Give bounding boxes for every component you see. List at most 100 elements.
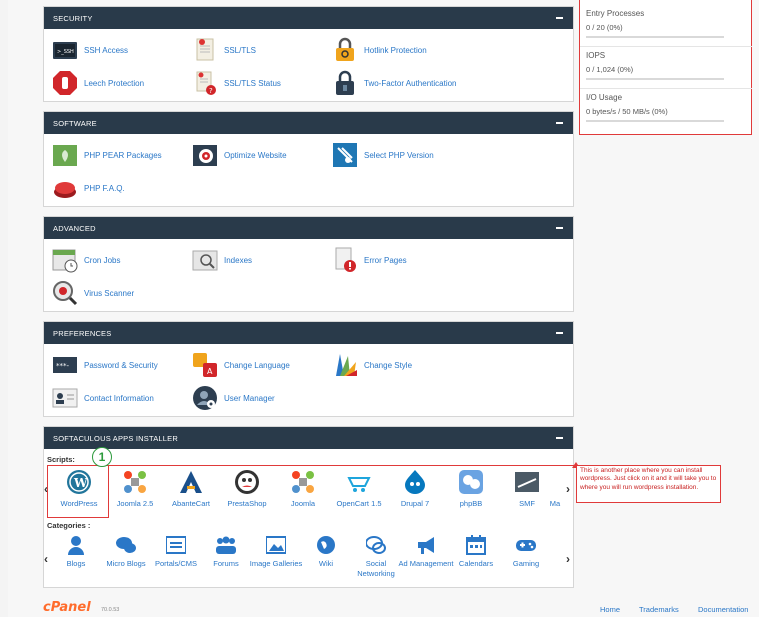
software-header[interactable]: SOFTWARE: [44, 112, 573, 134]
stat-progress-bar: [586, 120, 724, 122]
version-text: 70.0.53: [101, 607, 120, 613]
stop-hand-icon: [52, 70, 78, 96]
drupal-icon: [402, 469, 428, 495]
advanced-panel: ADVANCED Cron Jobs Indexes Error Pages V…: [43, 216, 574, 312]
certificate-icon: [192, 37, 218, 63]
calendar-clock-icon: [52, 247, 78, 273]
calendar-icon: [466, 535, 486, 555]
stat-title: I/O Usage: [586, 93, 623, 102]
annotation-callout: This is another place where you can inst…: [576, 465, 721, 503]
security-header[interactable]: SECURITY: [44, 7, 573, 29]
user-manager-link[interactable]: User Manager: [192, 383, 275, 413]
item-label: SSH Access: [84, 45, 129, 55]
two-factor-auth-link[interactable]: Two-Factor Authentication: [332, 68, 457, 98]
item-label: Contact Information: [84, 393, 154, 403]
megaphone-icon: [416, 535, 436, 555]
item-label: Change Style: [364, 360, 413, 370]
section-title: SOFTACULOUS APPS INSTALLER: [53, 433, 178, 443]
joomla-icon: [122, 469, 148, 495]
item-label: Select PHP Version: [364, 150, 434, 160]
item-label: Leech Protection: [84, 78, 145, 88]
collapse-icon[interactable]: [556, 437, 563, 439]
software-panel: SOFTWARE PHP PEAR Packages Optimize Webs…: [43, 111, 574, 207]
item-label: Cron Jobs: [84, 255, 121, 265]
category-label: Gaming: [512, 559, 540, 568]
step-badge: 1: [92, 447, 112, 467]
indexes-link[interactable]: Indexes: [192, 245, 252, 275]
app-icon: [542, 469, 568, 495]
stat-title: Entry Processes: [586, 9, 645, 18]
gamepad-icon: [516, 535, 536, 555]
collapse-icon[interactable]: [556, 17, 563, 19]
app-prestashop[interactable]: PrestaShop: [219, 469, 275, 508]
opencart-icon: [346, 469, 372, 495]
collapse-icon[interactable]: [556, 122, 563, 124]
item-label: Error Pages: [364, 255, 407, 265]
password-security-link[interactable]: ***- Password & Security: [52, 350, 158, 380]
collapse-icon[interactable]: [556, 227, 563, 229]
wordpress-highlight-box: [47, 465, 109, 518]
app-label: Joomla: [290, 499, 316, 508]
app-abantecart[interactable]: AbanteCart: [163, 469, 219, 508]
palette-icon: [332, 352, 358, 378]
category-gaming[interactable]: Gaming: [496, 535, 556, 569]
app-phpbb[interactable]: phpBB: [443, 469, 499, 508]
item-label: Indexes: [224, 255, 253, 265]
footer-link-trademarks[interactable]: Trademarks: [639, 605, 679, 614]
collapse-icon[interactable]: [556, 332, 563, 334]
error-pages-link[interactable]: Error Pages: [332, 245, 407, 275]
padlock-icon: [332, 70, 358, 96]
svg-text:***-: ***-: [56, 362, 70, 370]
chevron-right-icon[interactable]: ›: [566, 482, 570, 496]
item-label: Optimize Website: [224, 150, 287, 160]
item-label: User Manager: [224, 393, 275, 403]
image-icon: [265, 535, 287, 555]
item-label: Change Language: [224, 360, 290, 370]
stat-value: 0 / 1,024 (0%): [586, 65, 634, 74]
certificate-status-icon: ?: [192, 70, 218, 96]
preferences-panel: PREFERENCES ***- Password & Security A C…: [43, 321, 574, 417]
lock-link-icon: [332, 37, 358, 63]
softaculous-panel: SOFTACULOUS APPS INSTALLER Scripts: ‹ W …: [43, 426, 574, 588]
footer-link-documentation[interactable]: Documentation: [698, 605, 748, 614]
ssl-tls-link[interactable]: SSL/TLS: [192, 35, 256, 65]
app-joomla-25[interactable]: Joomla 2.5: [107, 469, 163, 508]
leech-protection-link[interactable]: Leech Protection: [52, 68, 144, 98]
app-joomla[interactable]: Joomla: [275, 469, 331, 508]
users-group-icon: [216, 535, 236, 555]
ssl-tls-status-link[interactable]: ? SSL/TLS Status: [192, 68, 281, 98]
app-opencart[interactable]: OpenCart 1.5: [331, 469, 387, 508]
stat-entry-processes: Entry Processes 0 / 20 (0%): [586, 9, 746, 38]
stat-io-usage: I/O Usage 0 bytes/s / 50 MB/s (0%): [586, 93, 746, 122]
password-field-icon: ***-: [52, 352, 78, 378]
change-language-link[interactable]: A Change Language: [192, 350, 290, 380]
app-label: PrestaShop: [227, 499, 267, 508]
php-faq-link[interactable]: PHP F.A.Q.: [52, 173, 125, 203]
php-pear-packages-link[interactable]: PHP PEAR Packages: [52, 140, 162, 170]
app-label: phpBB: [459, 499, 483, 508]
stat-progress-bar: [586, 36, 724, 38]
change-style-link[interactable]: Change Style: [332, 350, 412, 380]
advanced-header[interactable]: ADVANCED: [44, 217, 573, 239]
app-label: Joomla 2.5: [116, 499, 154, 508]
contact-information-link[interactable]: Contact Information: [52, 383, 154, 413]
preferences-header[interactable]: PREFERENCES: [44, 322, 573, 344]
item-label: Two-Factor Authentication: [364, 78, 457, 88]
softaculous-header[interactable]: SOFTACULOUS APPS INSTALLER: [44, 427, 573, 449]
cron-jobs-link[interactable]: Cron Jobs: [52, 245, 120, 275]
hotlink-protection-link[interactable]: Hotlink Protection: [332, 35, 427, 65]
virus-scanner-link[interactable]: Virus Scanner: [52, 278, 134, 308]
section-title: SECURITY: [53, 13, 93, 23]
folder-search-icon: [192, 247, 218, 273]
footer-link-home[interactable]: Home: [600, 605, 620, 614]
categories-label: Categories :: [47, 521, 91, 530]
user-gear-icon: [192, 385, 218, 411]
pear-package-icon: [52, 142, 78, 168]
stat-title: IOPS: [586, 51, 606, 60]
app-drupal[interactable]: Drupal 7: [387, 469, 443, 508]
select-php-version-link[interactable]: Select PHP Version: [332, 140, 434, 170]
optimize-website-link[interactable]: Optimize Website: [192, 140, 287, 170]
chevron-right-icon[interactable]: ›: [566, 552, 570, 566]
item-label: Hotlink Protection: [364, 45, 427, 55]
ssh-access-link[interactable]: >_SSH SSH Access: [52, 35, 128, 65]
